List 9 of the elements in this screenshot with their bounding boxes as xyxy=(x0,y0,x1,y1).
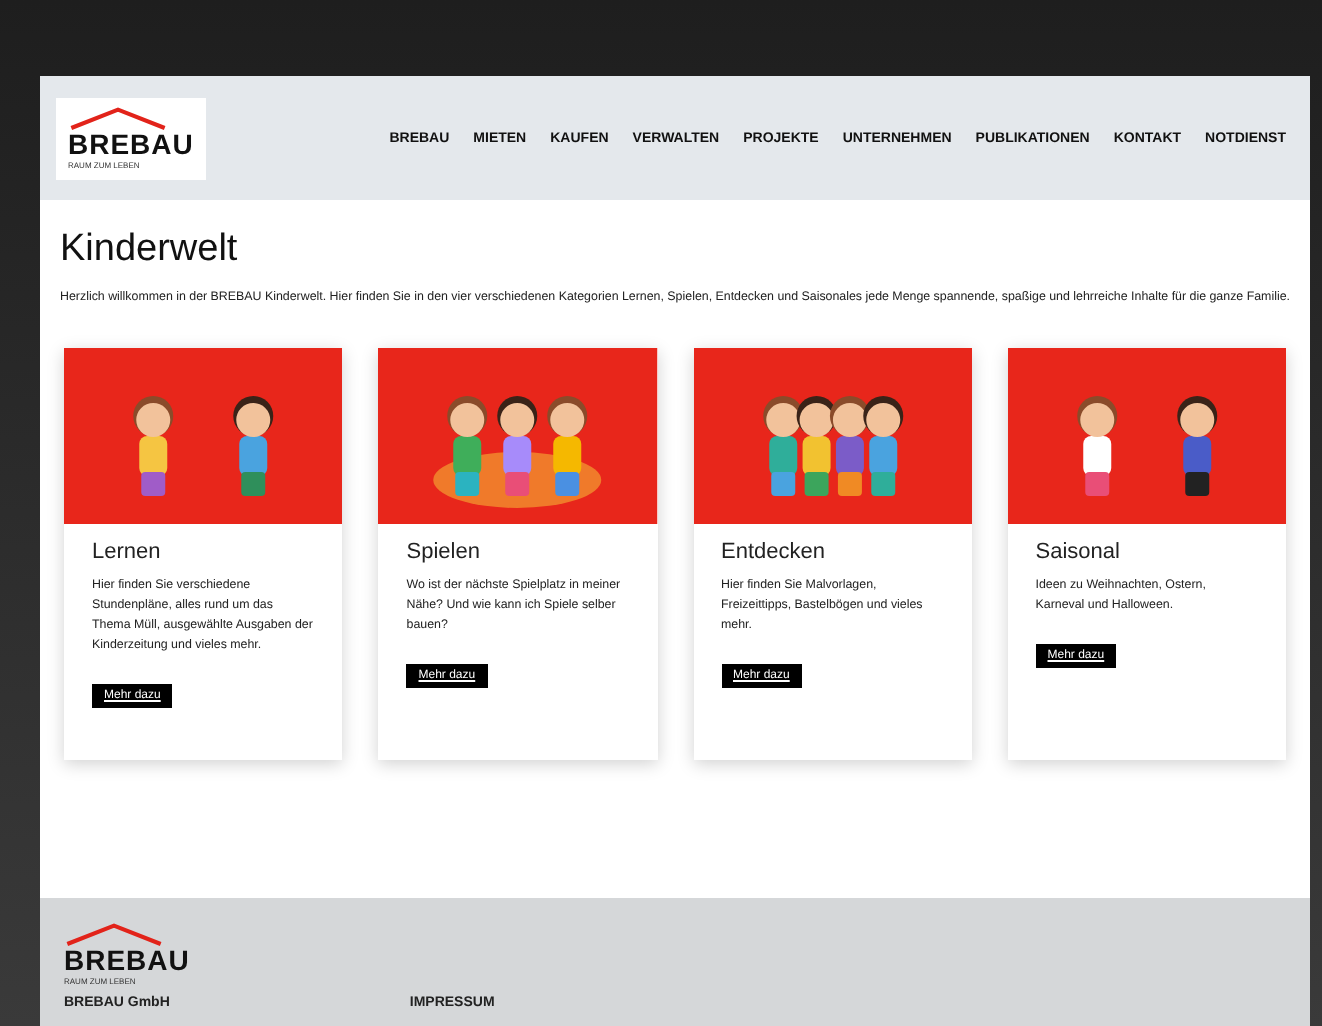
card-title: Entdecken xyxy=(721,540,827,564)
page-title: Kinderwelt xyxy=(60,228,240,272)
brand-name: BREBAU xyxy=(68,129,194,159)
card-title: Spielen xyxy=(406,540,482,564)
card-title: Saisonal xyxy=(1035,540,1122,564)
roof-logo-icon xyxy=(64,922,164,946)
card-title: Lernen xyxy=(92,540,163,564)
roof-logo-icon xyxy=(68,105,168,129)
brand-name: BREBAU xyxy=(64,946,190,976)
